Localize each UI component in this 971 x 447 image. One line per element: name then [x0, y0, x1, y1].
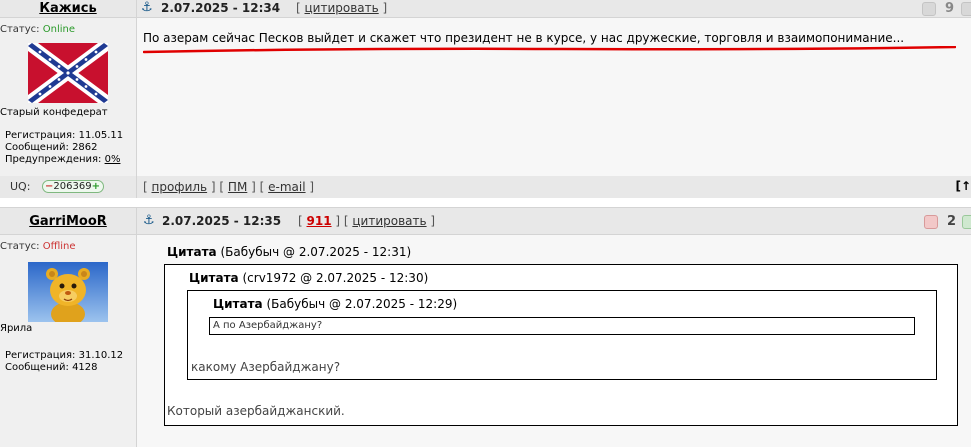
msgs-label: Сообщений:: [5, 142, 69, 153]
quote-label: Цитата: [189, 271, 239, 285]
uq-badge: −206369+: [42, 180, 104, 193]
reply-text: Который азербайджанский.: [167, 404, 345, 418]
vote-up-icon[interactable]: [961, 2, 971, 16]
post-message: По азерам сейчас Песков выйдет и скажет …: [143, 31, 905, 45]
post-header: ⚓ 2.07.2025 - 12:35 [ 911 ] [ цитировать…: [137, 207, 971, 235]
vote-count: 9: [945, 1, 955, 16]
quote-link[interactable]: цитировать: [305, 1, 379, 15]
reg-label: Регистрация:: [5, 350, 76, 361]
post: GarriMooR ⚓ 2.07.2025 - 12:35 [ 911 ] [ …: [0, 207, 971, 447]
vote-count: 2: [947, 214, 957, 229]
red-underline-annotation: [143, 46, 956, 54]
reg-line: Регистрация: 11.05.11: [5, 130, 136, 142]
user-rank: Старый конфедерат: [0, 107, 108, 118]
cartoon-bear-icon: [28, 262, 108, 326]
status-value: Offline: [42, 241, 76, 252]
uq-value: 206369: [53, 181, 92, 192]
reg-value: 31.10.12: [78, 350, 124, 361]
quote-header: Цитата (crv1972 @ 2.07.2025 - 12:30): [189, 271, 428, 285]
author-info: Статус: Online Старый конфедерат Регистр…: [0, 18, 137, 176]
avatar[interactable]: [28, 43, 108, 103]
quote-text: А по Азербайджану?: [209, 317, 915, 335]
uq-label: UQ:: [10, 180, 31, 193]
quote-label: Цитата: [213, 297, 263, 311]
quote-reply-text: какому Азербайджану?: [191, 360, 341, 374]
status-label: Статус:: [0, 24, 40, 35]
uq-plus-button[interactable]: +: [92, 181, 100, 192]
reg-label: Регистрация:: [5, 130, 76, 141]
status-line: Статус: Online: [0, 24, 136, 35]
user-stats: Регистрация: 31.10.12 Сообщений: 4128: [0, 350, 136, 374]
quote-link-group: [ цитировать ]: [296, 1, 388, 15]
status-line: Статус: Offline: [0, 241, 136, 252]
user-stats: Регистрация: 11.05.11 Сообщений: 2862 Пр…: [0, 130, 136, 166]
warn-line: Предупреждения: 0%: [5, 154, 136, 166]
post-header: ⚓ 2.07.2025 - 12:34 [ цитировать ] 9: [137, 0, 971, 18]
anchor-icon[interactable]: ⚓: [141, 0, 153, 15]
reg-line: Регистрация: 31.10.12: [5, 350, 136, 362]
profile-link[interactable]: профиль: [152, 180, 208, 194]
post-number-link[interactable]: 911: [307, 214, 332, 228]
author-name-cell: GarriMooR: [0, 207, 137, 235]
quote-meta: (crv1972 @ 2.07.2025 - 12:30): [242, 271, 429, 285]
quote-header: Цитата (Бабубыч @ 2.07.2025 - 12:29): [213, 297, 457, 311]
status-label: Статус:: [0, 241, 40, 252]
quote-link[interactable]: цитировать: [352, 214, 426, 228]
msgs-value: 2862: [72, 142, 98, 153]
reg-value: 11.05.11: [78, 130, 124, 141]
vote-down-icon[interactable]: [924, 215, 938, 229]
vote-up-icon[interactable]: [962, 215, 971, 229]
anchor-icon[interactable]: ⚓: [143, 213, 155, 228]
author-username[interactable]: Кажись: [39, 1, 96, 16]
post-date: 2.07.2025 - 12:34: [161, 1, 281, 15]
warn-label: Предупреждения:: [5, 154, 102, 165]
msgs-line: Сообщений: 2862: [5, 142, 136, 154]
quote-box: Цитата (crv1972 @ 2.07.2025 - 12:30) Цит…: [164, 264, 958, 426]
msgs-label: Сообщений:: [5, 362, 69, 373]
quote-header: Цитата (Бабубыч @ 2.07.2025 - 12:31): [167, 245, 411, 259]
vote-icon[interactable]: [922, 2, 936, 16]
footer-links: [ профиль ] [ ПМ ] [ e-mail ]: [143, 180, 315, 194]
post: Кажись ⚓ 2.07.2025 - 12:34 [ цитировать …: [0, 0, 971, 207]
status-value: Online: [42, 24, 75, 35]
warn-value[interactable]: 0%: [105, 154, 121, 165]
post-date: 2.07.2025 - 12:35: [162, 214, 282, 228]
confederate-flag-icon: [28, 43, 108, 103]
quote-meta: (Бабубыч @ 2.07.2025 - 12:29): [266, 297, 458, 311]
author-name-cell: Кажись: [0, 0, 137, 18]
msgs-value: 4128: [72, 362, 98, 373]
post-footer: [ профиль ] [ ПМ ] [ e-mail ] [↑: [137, 176, 971, 198]
quote-label: Цитата: [167, 245, 217, 259]
avatar[interactable]: [28, 262, 108, 326]
scroll-top-icon[interactable]: [↑: [955, 179, 971, 193]
user-rank: Ярила: [0, 323, 33, 334]
msgs-line: Сообщений: 4128: [5, 362, 136, 374]
quote-box: Цитата (Бабубыч @ 2.07.2025 - 12:29) А п…: [187, 290, 937, 380]
post-links: [ 911 ] [ цитировать ]: [298, 214, 436, 228]
author-info: Статус: Offline Ярила Регистрация: 31.10…: [0, 235, 137, 447]
author-username[interactable]: GarriMooR: [29, 214, 107, 229]
quote-meta: (Бабубыч @ 2.07.2025 - 12:31): [220, 245, 412, 259]
email-link[interactable]: e-mail: [268, 180, 305, 194]
pm-link[interactable]: ПМ: [228, 180, 247, 194]
